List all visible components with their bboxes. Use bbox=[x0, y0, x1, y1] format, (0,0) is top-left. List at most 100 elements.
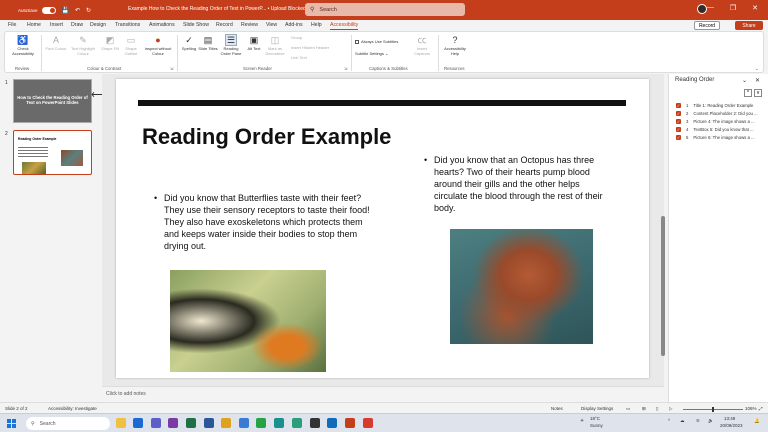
share-button[interactable]: Share bbox=[735, 21, 763, 30]
chat-icon[interactable] bbox=[239, 418, 249, 428]
zoom-slider-knob[interactable] bbox=[712, 407, 714, 412]
tab-insert[interactable]: Insert bbox=[50, 22, 63, 28]
tab-slide-show[interactable]: Slide Show bbox=[183, 22, 209, 28]
tab-file[interactable]: File bbox=[8, 22, 16, 28]
notes-button[interactable]: Notes bbox=[551, 406, 563, 411]
taskbar-search[interactable]: ⚲ Search bbox=[26, 417, 110, 430]
collapse-ribbon-icon[interactable]: ⌄ bbox=[755, 66, 759, 72]
volume-icon[interactable]: 🔈 bbox=[708, 418, 714, 424]
subtitle-settings-button[interactable]: Subtitle Settings ⌄ bbox=[355, 51, 388, 56]
app-icon[interactable] bbox=[327, 418, 337, 428]
reading-order-item[interactable]: ✓ 3 Picture 4: The image shows a ... bbox=[676, 119, 755, 124]
fit-slide-icon[interactable]: ⤢ bbox=[759, 406, 763, 411]
clock-time[interactable]: 13:49 bbox=[724, 416, 735, 421]
chevron-up-icon[interactable]: ^ bbox=[668, 418, 670, 423]
tab-design[interactable]: Design bbox=[90, 22, 106, 28]
app-icon[interactable] bbox=[363, 418, 373, 428]
whatsapp-icon[interactable] bbox=[256, 418, 266, 428]
app-icon[interactable] bbox=[274, 418, 284, 428]
reading-order-item[interactable]: ✓ 4 TextBox 5: Did you know that ... bbox=[676, 127, 754, 132]
settings-icon[interactable] bbox=[310, 418, 320, 428]
search-input[interactable]: ⚲ Search bbox=[305, 3, 465, 16]
move-down-button[interactable]: v bbox=[754, 89, 762, 97]
link-text-button[interactable]: Link Text bbox=[291, 55, 307, 60]
normal-view-icon[interactable]: ▭ bbox=[626, 406, 630, 412]
octopus-picture[interactable] bbox=[450, 229, 593, 344]
excel-icon[interactable] bbox=[186, 418, 196, 428]
clock-date[interactable]: 20/09/2023 bbox=[720, 423, 743, 428]
onenote-icon[interactable] bbox=[168, 418, 178, 428]
mark-decorative-button[interactable]: ◫ Mark as Decorative bbox=[262, 34, 288, 56]
slide-title[interactable]: Reading Order Example bbox=[142, 124, 391, 150]
weather-icon[interactable]: ☀ bbox=[580, 418, 584, 424]
cloud-icon[interactable]: ☁ bbox=[680, 418, 685, 424]
windows-start-icon[interactable] bbox=[7, 419, 16, 428]
undo-icon[interactable]: ↶ bbox=[75, 7, 80, 14]
slideshow-view-icon[interactable]: ▷ bbox=[669, 406, 672, 412]
reading-order-item[interactable]: ✓ 1 Title 1: Reading Order Example bbox=[676, 103, 753, 108]
outlook-icon[interactable] bbox=[133, 418, 143, 428]
tab-transitions[interactable]: Transitions bbox=[115, 22, 140, 28]
scroll-thumb[interactable] bbox=[661, 216, 665, 356]
insert-captions-button[interactable]: ㏄ Insert Captions bbox=[409, 34, 435, 56]
accessibility-status[interactable]: Accessibility: Investigate bbox=[48, 406, 97, 411]
powerpoint-icon[interactable] bbox=[345, 418, 355, 428]
shape-fill-button[interactable]: ◩ Shape Fill bbox=[99, 34, 121, 52]
vertical-scrollbar[interactable] bbox=[660, 78, 666, 368]
shape-outline-button[interactable]: ▭ Shape Outline bbox=[120, 34, 142, 56]
teams-icon[interactable] bbox=[151, 418, 161, 428]
font-colour-button[interactable]: A Font Colour bbox=[44, 34, 68, 52]
record-button[interactable]: Record bbox=[694, 21, 720, 30]
accessibility-help-button[interactable]: ? Accessibility Help bbox=[440, 34, 470, 56]
word-icon[interactable] bbox=[204, 418, 214, 428]
wifi-icon[interactable]: ≋ bbox=[696, 418, 700, 424]
save-icon[interactable]: 💾 bbox=[62, 7, 69, 14]
edge-icon[interactable] bbox=[292, 418, 302, 428]
reading-order-pane-button[interactable]: ☰ Reading Order Pane bbox=[218, 34, 244, 56]
group-button[interactable]: Group bbox=[291, 35, 302, 40]
chevron-down-icon[interactable]: ⌄ bbox=[742, 77, 747, 84]
tab-home[interactable]: Home bbox=[27, 22, 41, 28]
tab-review[interactable]: Review bbox=[241, 22, 258, 28]
zoom-level[interactable]: 106% bbox=[745, 406, 757, 411]
tab-animations[interactable]: Animations bbox=[149, 22, 175, 28]
display-settings-button[interactable]: Display Settings bbox=[581, 406, 613, 411]
document-title[interactable]: Example How to Check the Reading Order o… bbox=[128, 6, 311, 12]
reading-order-item[interactable]: ✓ 2 Content Placeholder 2: Did you ... bbox=[676, 111, 758, 116]
notes-area[interactable]: Click to add notes bbox=[102, 386, 664, 400]
sticky-notes-icon[interactable] bbox=[221, 418, 231, 428]
tab-help[interactable]: Help bbox=[311, 22, 322, 28]
dialog-launcher-icon[interactable]: ⇲ bbox=[344, 66, 347, 71]
slide-thumbnail-1[interactable]: How to Check the Reading Order of Text o… bbox=[13, 79, 92, 123]
slide-canvas[interactable]: Reading Order Example • Did you know tha… bbox=[116, 79, 649, 378]
tab-add-ins[interactable]: Add-ins bbox=[285, 22, 303, 28]
file-explorer-icon[interactable] bbox=[116, 418, 126, 428]
left-text-box[interactable]: • Did you know that Butterflies taste wi… bbox=[154, 192, 374, 252]
right-text-box[interactable]: • Did you know that an Octopus has three… bbox=[424, 154, 614, 214]
minimize-icon[interactable]: — bbox=[707, 4, 714, 12]
avatar[interactable] bbox=[697, 4, 707, 14]
tab-view[interactable]: View bbox=[266, 22, 277, 28]
always-subtitles-checkbox[interactable]: Always Use Subtitles bbox=[355, 39, 398, 44]
butterfly-picture[interactable] bbox=[170, 270, 326, 372]
insert-hidden-header-button[interactable]: Insert Hidden Header bbox=[291, 45, 329, 50]
slide-thumbnail-2[interactable]: Reading Order Example bbox=[13, 130, 92, 175]
notification-icon[interactable]: 🔔 bbox=[754, 418, 760, 424]
move-up-button[interactable]: ^ bbox=[744, 89, 752, 97]
reading-view-icon[interactable]: ▯ bbox=[656, 406, 658, 412]
slide-sorter-icon[interactable]: ⊞ bbox=[642, 406, 646, 412]
text-highlight-button[interactable]: ✎ Text Highlight Colour bbox=[67, 34, 99, 56]
checkbox-icon[interactable]: ✓ bbox=[676, 119, 681, 124]
checkbox-icon[interactable]: ✓ bbox=[676, 135, 681, 140]
alt-text-button[interactable]: ▣ Alt Text bbox=[244, 34, 264, 52]
slide-titles-button[interactable]: ▤ Slide Titles bbox=[198, 34, 218, 52]
spelling-button[interactable]: ✓ Spelling bbox=[179, 34, 199, 52]
close-icon[interactable]: ✕ bbox=[752, 4, 758, 12]
close-icon[interactable]: ✕ bbox=[755, 77, 760, 84]
redo-icon[interactable]: ↻ bbox=[86, 7, 91, 14]
dialog-launcher-icon[interactable]: ⇲ bbox=[170, 66, 173, 71]
checkbox-icon[interactable]: ✓ bbox=[676, 111, 681, 116]
autosave-toggle[interactable] bbox=[41, 6, 56, 14]
tab-draw[interactable]: Draw bbox=[71, 22, 83, 28]
reading-order-item[interactable]: ✓ 5 Picture 6: The image shows a ... bbox=[676, 135, 755, 140]
